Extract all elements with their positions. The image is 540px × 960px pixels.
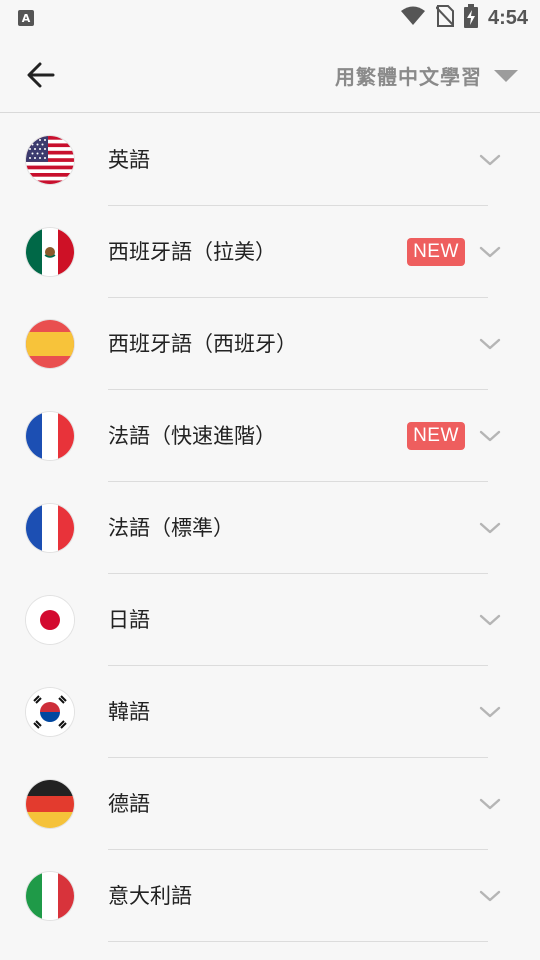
language-item-korean[interactable]: 韓語 [0,666,540,758]
korea-flag-icon [26,688,74,736]
chevron-down-icon [479,522,501,534]
chevron-down-icon [479,614,501,626]
language-item-french-standard[interactable]: 法語（標準） [0,482,540,574]
back-button[interactable] [22,58,60,92]
language-label: 韓語 [108,700,150,724]
chevron-down-icon [479,154,501,166]
wifi-icon [400,6,426,30]
language-item-french-fast[interactable]: 法語（快速進階） NEW [0,390,540,482]
language-label: 日語 [108,608,150,632]
language-list: 英語 西班牙語（拉美） NEW 西班牙語（西班牙） 法語（快速進階） NEW 法… [0,114,540,942]
france-flag-icon [26,504,74,552]
new-badge: NEW [407,422,465,450]
language-label: 德語 [108,792,150,816]
language-label: 法語（快速進階） [108,424,276,448]
spain-flag-icon [26,320,74,368]
chevron-down-icon [479,706,501,718]
source-language-dropdown[interactable]: 用繁體中文學習 [335,58,518,92]
language-item-english[interactable]: 英語 [0,114,540,206]
triangle-down-icon [494,70,518,82]
language-label: 意大利語 [108,884,192,908]
new-badge: NEW [407,238,465,266]
source-language-label: 用繁體中文學習 [335,64,482,89]
us-flag-icon [26,136,74,184]
app-bar: 用繁體中文學習 [0,36,540,113]
japan-flag-icon [26,596,74,644]
battery-charging-icon [463,4,478,32]
language-item-german[interactable]: 德語 [0,758,540,850]
italy-flag-icon [26,872,74,920]
divider [108,941,488,942]
germany-flag-icon [26,780,74,828]
language-label: 西班牙語（西班牙） [108,332,297,356]
mexico-flag-icon [26,228,74,276]
clock: 4:54 [487,6,528,29]
no-sim-icon [435,5,455,31]
language-item-japanese[interactable]: 日語 [0,574,540,666]
status-bar: A 4:54 [0,0,540,36]
chevron-down-icon [479,798,501,810]
language-label: 法語（標準） [108,516,234,540]
chevron-down-icon [479,246,501,258]
app-notification-icon: A [18,10,34,26]
language-label: 西班牙語（拉美） [108,240,276,264]
language-item-italian[interactable]: 意大利語 [0,850,540,942]
chevron-down-icon [479,338,501,350]
chevron-down-icon [479,430,501,442]
language-item-spanish-spain[interactable]: 西班牙語（西班牙） [0,298,540,390]
language-label: 英語 [108,148,150,172]
chevron-down-icon [479,890,501,902]
arrow-left-icon [27,62,55,88]
france-flag-icon [26,412,74,460]
language-item-spanish-latam[interactable]: 西班牙語（拉美） NEW [0,206,540,298]
